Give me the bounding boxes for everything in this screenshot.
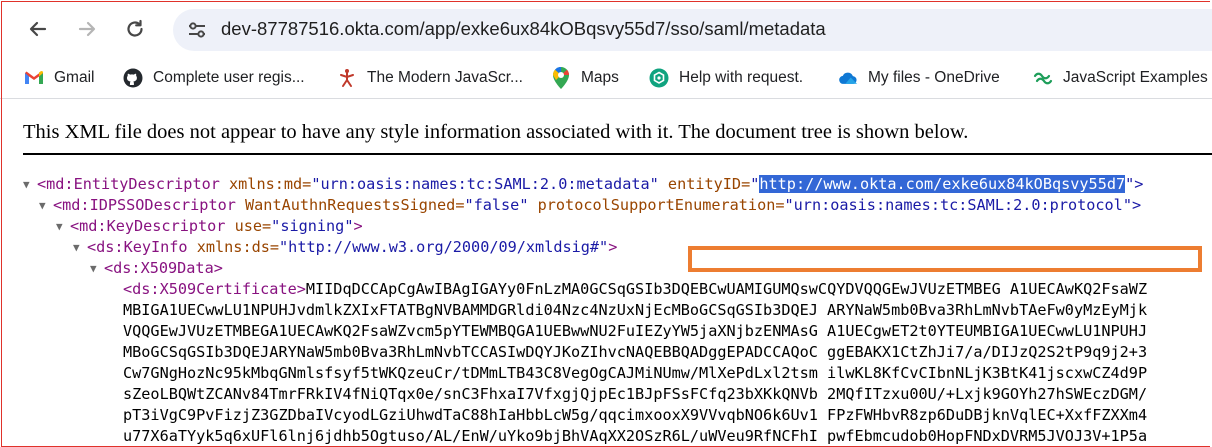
certificate-text-line: sZeoLBQWtZCANv84TmrFRkIV4fNiQTqx0e/snC3F…	[123, 385, 1148, 403]
arrow-left-icon	[29, 21, 47, 37]
site-info-button[interactable]	[183, 16, 211, 44]
bookmark-modern-javascript[interactable]: The Modern JavaScr...	[337, 66, 523, 90]
bookmark-gmail[interactable]: Gmail	[24, 66, 94, 90]
bookmark-complete-user-registration[interactable]: Complete user regis...	[123, 66, 305, 90]
xml-style-notice: This XML file does not appear to have an…	[23, 121, 969, 143]
xml-tag: <md:IDPSSODescriptor	[53, 196, 236, 214]
bookmark-label: My files - OneDrive	[868, 69, 1000, 86]
chatgpt-icon	[649, 68, 669, 88]
xml-attr: WantAuthnRequestsSigned=	[235, 196, 465, 214]
bookmark-label: Complete user regis...	[153, 69, 305, 86]
entity-id-selected[interactable]: http://www.okta.com/exke6ux84kOBqsvy55d7	[759, 175, 1126, 193]
xml-line-x509-data: ▼ <ds:X509Data>	[90, 258, 223, 279]
bookmark-javascript-examples[interactable]: JavaScript Examples	[1033, 66, 1208, 90]
xml-line-key-info: ▼ <ds:KeyInfo xmlns:ds="http://www.w3.org…	[73, 237, 617, 258]
link-icon	[1033, 68, 1053, 88]
bookmark-maps[interactable]: Maps	[551, 66, 619, 90]
figure-icon	[337, 68, 357, 88]
reload-button[interactable]	[120, 14, 150, 44]
xml-line-idpsso-descriptor: ▼ <md:IDPSSODescriptor WantAuthnRequestsS…	[39, 195, 1141, 216]
certificate-text-line: MBIGA1UECwwLU1NPUHJvdmlkZXIxFTATBgNVBAMM…	[123, 301, 1148, 319]
entity-id-highlight-box	[688, 246, 1202, 272]
certificate-text-line: VQQGEwJVUzETMBEGA1UECAwKQ2FsaWZvcm5pYTEW…	[123, 322, 1148, 340]
page-content: This XML file does not appear to have an…	[0, 99, 1212, 447]
collapse-toggle-icon[interactable]: ▼	[23, 174, 37, 195]
bookmark-help-with-request[interactable]: Help with request.	[649, 66, 803, 90]
xml-tag: <ds:X509Certificate>	[123, 280, 306, 298]
bookmark-label: The Modern JavaScr...	[367, 69, 523, 86]
browser-toolbar: dev-87787516.okta.com/app/exke6ux84kOBqs…	[0, 0, 1212, 58]
bookmark-label: Help with request.	[679, 69, 804, 86]
xml-value: "false"	[464, 196, 529, 214]
xml-tag-close: >	[608, 238, 618, 256]
xml-line-entity-descriptor: ▼ <md:EntityDescriptor xmlns:md="urn:oasi…	[23, 174, 1143, 195]
certificate-text-line: Cw7GNgHozNc95kMbqGNmlsfsyf5tWKQzeuCr/tDM…	[123, 364, 1148, 382]
xml-line-key-descriptor: ▼ <md:KeyDescriptor use="signing">	[56, 216, 363, 237]
xml-value: "signing"	[271, 217, 354, 235]
xml-attr: xmlns:md=	[219, 175, 312, 193]
bookmark-my-files-onedrive[interactable]: My files - OneDrive	[838, 66, 1000, 90]
bookmark-label: Maps	[581, 69, 619, 86]
xml-attr: entityID=	[658, 175, 751, 193]
xml-tag: <md:EntityDescriptor	[37, 175, 220, 193]
gmail-icon	[24, 68, 44, 88]
reload-icon	[127, 19, 143, 37]
xml-attr: protocolSupportEnumeration=	[528, 196, 785, 214]
tune-icon	[189, 22, 205, 38]
github-icon	[123, 68, 143, 88]
bookmark-label: JavaScript Examples	[1063, 69, 1208, 86]
collapse-toggle-icon[interactable]: ▼	[56, 216, 70, 237]
xml-line-x509-certificate: <ds:X509Certificate>MIIDqDCCApCgAwIBAgIG…	[123, 279, 1147, 300]
xml-value: "urn:oasis:names:tc:SAML:2.0:protocol">	[784, 196, 1142, 214]
arrow-right-icon	[78, 21, 96, 37]
certificate-text-line: u77X6aTYyk5q6xUFl6lnj6jdhb5Ogtuso/AL/EnW…	[123, 427, 1148, 445]
divider	[23, 153, 1212, 155]
address-bar[interactable]: dev-87787516.okta.com/app/exke6ux84kOBqs…	[173, 9, 1212, 51]
url-text[interactable]: dev-87787516.okta.com/app/exke6ux84kOBqs…	[221, 18, 826, 40]
xml-tag: <ds:X509Data>	[104, 259, 223, 277]
bookmarks-bar: Gmail Complete user regis... The Modern …	[0, 58, 1212, 99]
certificate-text-line: MBoGCSqGSIb3DQEJARYNaW5mb0Bva3RhLmNvbTCC…	[123, 343, 1148, 361]
xml-tag-close: >	[353, 217, 363, 235]
xml-attr: xmlns:ds=	[187, 238, 280, 256]
xml-value: "http://www.w3.org/2000/09/xmldsig#"	[279, 238, 609, 256]
xml-value: "	[750, 175, 760, 193]
xml-value: ">	[1125, 175, 1144, 193]
xml-attr: use=	[225, 217, 272, 235]
xml-value: "urn:oasis:names:tc:SAML:2.0:metadata"	[311, 175, 659, 193]
collapse-toggle-icon[interactable]: ▼	[73, 237, 87, 258]
maps-icon	[551, 67, 571, 89]
certificate-text: MIIDqDCCApCgAwIBAgIGAYy0FnLzMA0GCSqGSIb3…	[305, 280, 1148, 298]
xml-tag: <ds:KeyInfo	[87, 238, 188, 256]
onedrive-icon	[838, 68, 858, 88]
collapse-toggle-icon[interactable]: ▼	[39, 195, 53, 216]
certificate-text-line: pT3iVgC9PvFizjZ3GZDbaIVcyodLGziUhwdTaC88…	[123, 406, 1148, 424]
bookmark-label: Gmail	[54, 69, 95, 86]
collapse-toggle-icon[interactable]: ▼	[90, 258, 104, 279]
forward-button[interactable]	[72, 14, 102, 44]
back-button[interactable]	[23, 14, 53, 44]
xml-tag: <md:KeyDescriptor	[70, 217, 226, 235]
